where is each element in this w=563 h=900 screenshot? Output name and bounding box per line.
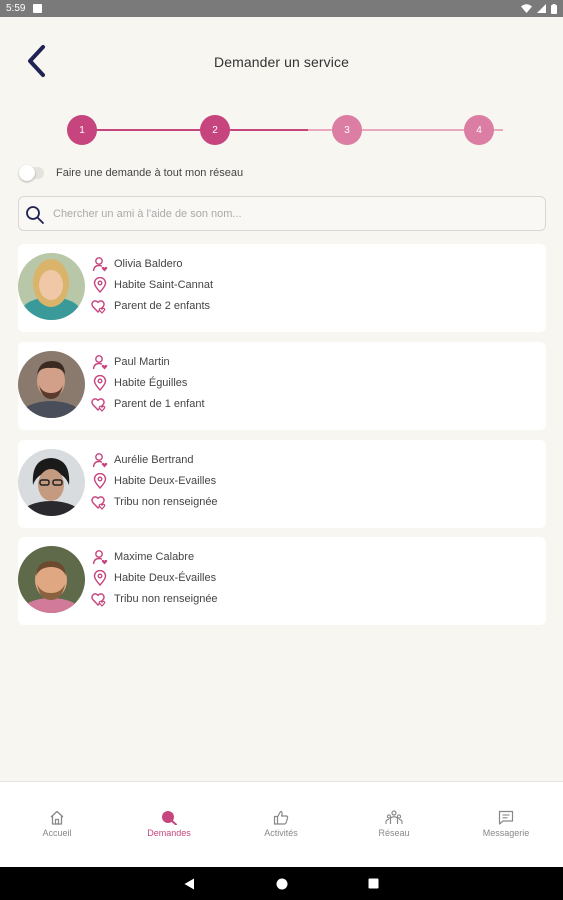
friend-family-row: Parent de 1 enfant xyxy=(91,395,205,412)
avatar xyxy=(18,546,85,613)
signal-icon xyxy=(537,4,546,13)
friend-info: Maxime Calabre Habite Deux-Évailles Trib… xyxy=(91,548,218,607)
step-1[interactable]: 1 xyxy=(67,115,97,145)
friend-info: Olivia Baldero Habite Saint-Cannat Paren… xyxy=(91,255,213,314)
location-pin-icon xyxy=(91,374,108,391)
notification-icon xyxy=(33,4,43,13)
friend-name-row: Olivia Baldero xyxy=(91,255,213,272)
tab-label: Demandes xyxy=(147,828,191,838)
friend-card[interactable]: Aurélie Bertrand Habite Deux-Evailles Tr… xyxy=(18,440,546,528)
friend-family: Tribu non renseignée xyxy=(114,495,218,508)
friend-card[interactable]: Paul Martin Habite Éguilles Parent de 1 … xyxy=(18,342,546,430)
tab-messagerie[interactable]: Messagerie xyxy=(456,810,556,838)
system-nav-bar xyxy=(0,867,563,900)
home-icon xyxy=(50,810,64,825)
friend-location: Habite Éguilles xyxy=(114,376,188,389)
network-toggle-row: Faire une demande à tout mon réseau xyxy=(19,165,244,181)
family-hearts-icon xyxy=(91,493,108,510)
tab-activites[interactable]: Activités xyxy=(231,810,331,838)
location-pin-icon xyxy=(91,472,108,489)
nav-home-button[interactable] xyxy=(275,877,289,891)
search-bar[interactable] xyxy=(18,196,546,231)
stepper: 1 2 3 4 xyxy=(67,115,507,145)
status-icons xyxy=(521,3,557,14)
friend-name-row: Maxime Calabre xyxy=(91,548,218,565)
step-3[interactable]: 3 xyxy=(332,115,362,145)
tab-label: Messagerie xyxy=(482,828,530,838)
friend-location-row: Habite Saint-Cannat xyxy=(91,276,213,293)
square-recents-icon xyxy=(368,878,379,889)
search-icon xyxy=(26,206,44,224)
network-toggle-label: Faire une demande à tout mon réseau xyxy=(56,167,244,179)
friend-info: Aurélie Bertrand Habite Deux-Evailles Tr… xyxy=(91,451,218,510)
stepper-progress xyxy=(83,129,308,131)
tab-label: Accueil xyxy=(42,828,72,838)
status-time: 5:59 xyxy=(6,3,26,14)
tab-label: Activités xyxy=(264,828,298,838)
friend-card[interactable]: Maxime Calabre Habite Deux-Évailles Trib… xyxy=(18,537,546,625)
tab-reseau[interactable]: Réseau xyxy=(344,810,444,838)
network-toggle[interactable] xyxy=(19,165,44,181)
friend-location: Habite Deux-Évailles xyxy=(114,571,217,584)
friend-location: Habite Deux-Evailles xyxy=(114,474,217,487)
friend-card[interactable]: Olivia Baldero Habite Saint-Cannat Paren… xyxy=(18,244,546,332)
search-input[interactable] xyxy=(53,207,545,220)
friend-name-row: Aurélie Bertrand xyxy=(91,451,218,468)
nav-recents-button[interactable] xyxy=(367,877,381,891)
people-icon xyxy=(385,810,403,824)
tab-demandes[interactable]: Demandes xyxy=(119,810,219,838)
family-hearts-icon xyxy=(91,395,108,412)
family-hearts-icon xyxy=(91,590,108,607)
friend-location-row: Habite Deux-Évailles xyxy=(91,569,218,586)
family-hearts-icon xyxy=(91,297,108,314)
friend-location-row: Habite Deux-Evailles xyxy=(91,472,218,489)
friend-family-row: Tribu non renseignée xyxy=(91,493,218,510)
friend-family: Parent de 2 enfants xyxy=(114,299,211,312)
user-heart-icon xyxy=(91,255,108,272)
friend-name: Maxime Calabre xyxy=(114,550,195,563)
friend-info: Paul Martin Habite Éguilles Parent de 1 … xyxy=(91,353,205,412)
avatar xyxy=(18,351,85,418)
friend-family: Parent de 1 enfant xyxy=(114,397,205,410)
battery-icon xyxy=(551,3,557,14)
header: Demander un service xyxy=(0,17,563,107)
tab-label: Réseau xyxy=(378,828,410,838)
circle-home-icon xyxy=(276,878,287,889)
avatar xyxy=(18,449,85,516)
friend-family-row: Parent de 2 enfants xyxy=(91,297,213,314)
message-icon xyxy=(498,810,514,825)
wifi-icon xyxy=(521,4,532,13)
friend-name-row: Paul Martin xyxy=(91,353,205,370)
bottom-tab-bar: Accueil Demandes Activités Réseau Messag… xyxy=(0,781,563,867)
user-heart-icon xyxy=(91,451,108,468)
triangle-back-icon xyxy=(184,878,194,889)
friend-location: Habite Saint-Cannat xyxy=(114,278,214,291)
location-pin-icon xyxy=(91,569,108,586)
friend-name: Aurélie Bertrand xyxy=(114,453,194,466)
nav-back-button[interactable] xyxy=(183,877,197,891)
thumbs-up-icon xyxy=(273,810,289,825)
user-heart-icon xyxy=(91,548,108,565)
toggle-knob xyxy=(19,165,35,181)
tab-accueil[interactable]: Accueil xyxy=(7,810,107,838)
status-bar: 5:59 xyxy=(0,0,563,17)
location-pin-icon xyxy=(91,276,108,293)
friend-family: Tribu non renseignée xyxy=(114,592,218,605)
friend-name: Paul Martin xyxy=(114,355,170,368)
friend-name: Olivia Baldero xyxy=(114,257,183,270)
friend-location-row: Habite Éguilles xyxy=(91,374,205,391)
user-heart-icon xyxy=(91,353,108,370)
search-icon xyxy=(162,811,177,825)
step-4[interactable]: 4 xyxy=(464,115,494,145)
step-2[interactable]: 2 xyxy=(200,115,230,145)
friend-family-row: Tribu non renseignée xyxy=(91,590,218,607)
page-title: Demander un service xyxy=(214,54,349,70)
avatar xyxy=(18,253,85,320)
